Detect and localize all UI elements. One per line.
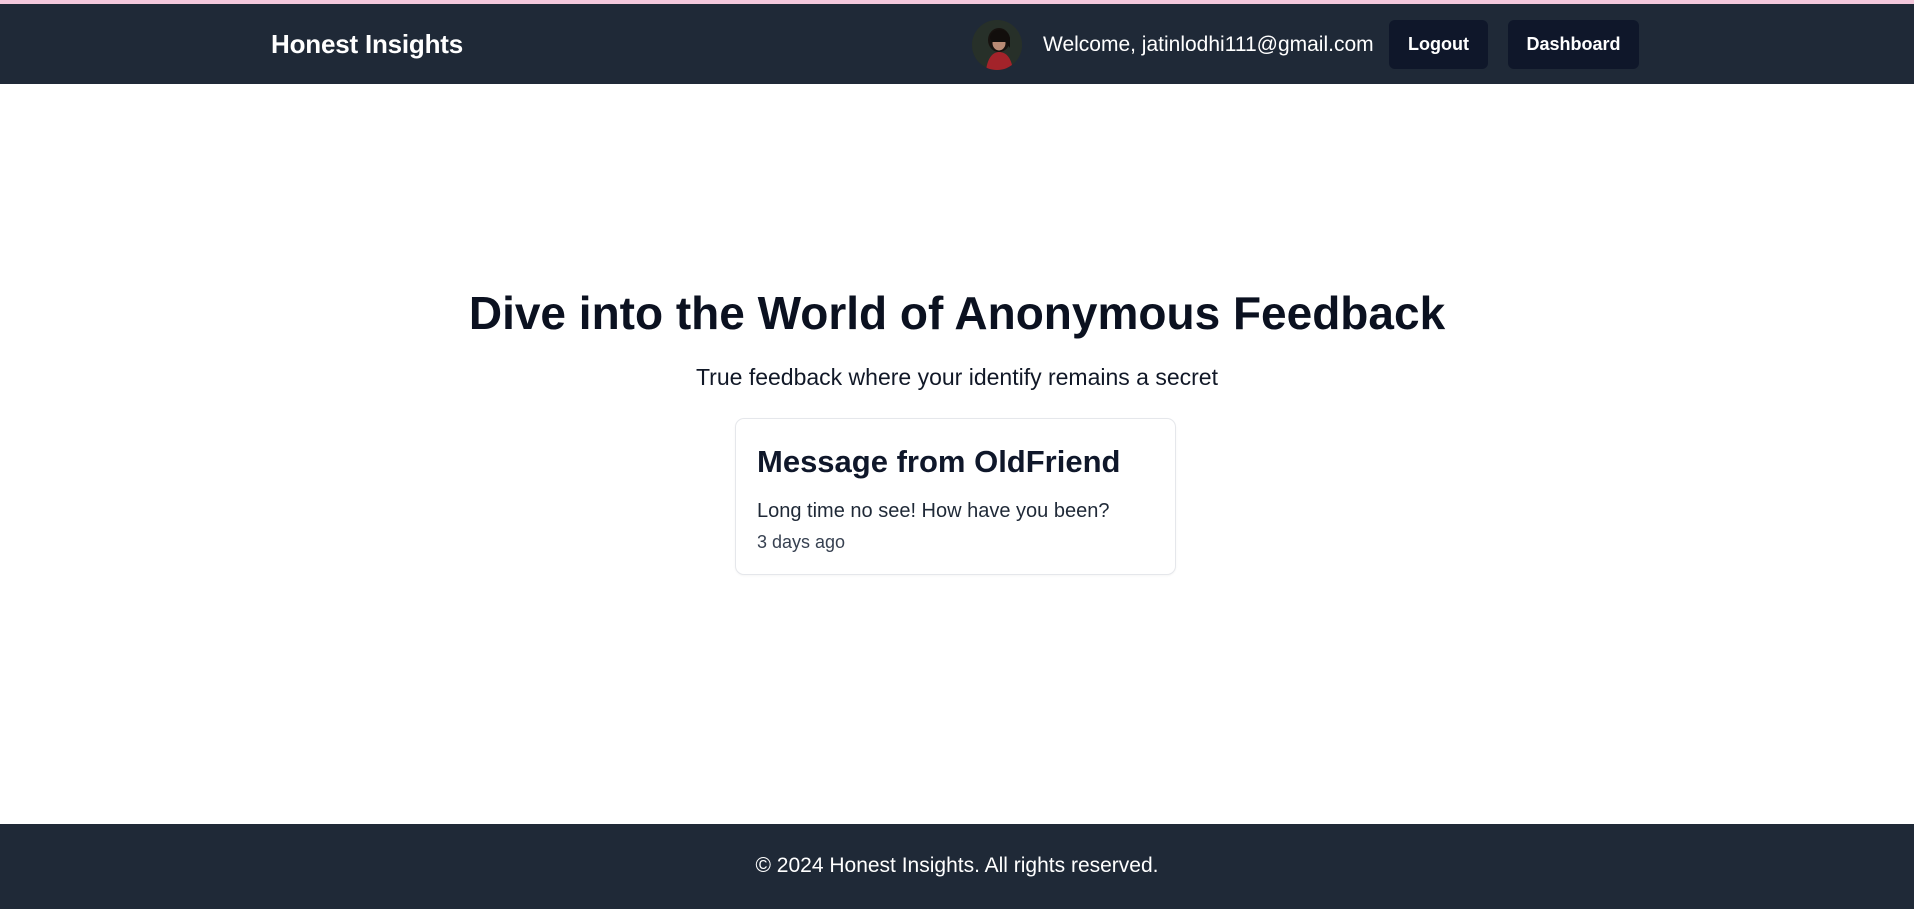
avatar-photo-icon: [972, 20, 1022, 70]
welcome-text: Welcome, jatinlodhi111@gmail.com: [1043, 33, 1374, 56]
page-title: Dive into the World of Anonymous Feedbac…: [468, 287, 1446, 339]
dashboard-button[interactable]: Dashboard: [1508, 20, 1639, 69]
message-card-title: Message from OldFriend: [757, 444, 1121, 479]
navbar: Honest Insights Welcome, jatinlodhi111@g…: [0, 4, 1914, 84]
footer-copyright: © 2024 Honest Insights. All rights reser…: [755, 854, 1159, 877]
message-card-timestamp: 3 days ago: [757, 532, 846, 552]
message-card: Message from OldFriend Long time no see!…: [735, 418, 1176, 575]
brand-logo-link[interactable]: Honest Insights: [271, 28, 463, 60]
page-subtitle: True feedback where your identify remain…: [695, 364, 1218, 390]
footer: © 2024 Honest Insights. All rights reser…: [0, 824, 1914, 909]
avatar-icon: [972, 20, 1022, 70]
logout-button[interactable]: Logout: [1389, 20, 1488, 69]
message-card-content: Long time no see! How have you been?: [757, 500, 1110, 522]
